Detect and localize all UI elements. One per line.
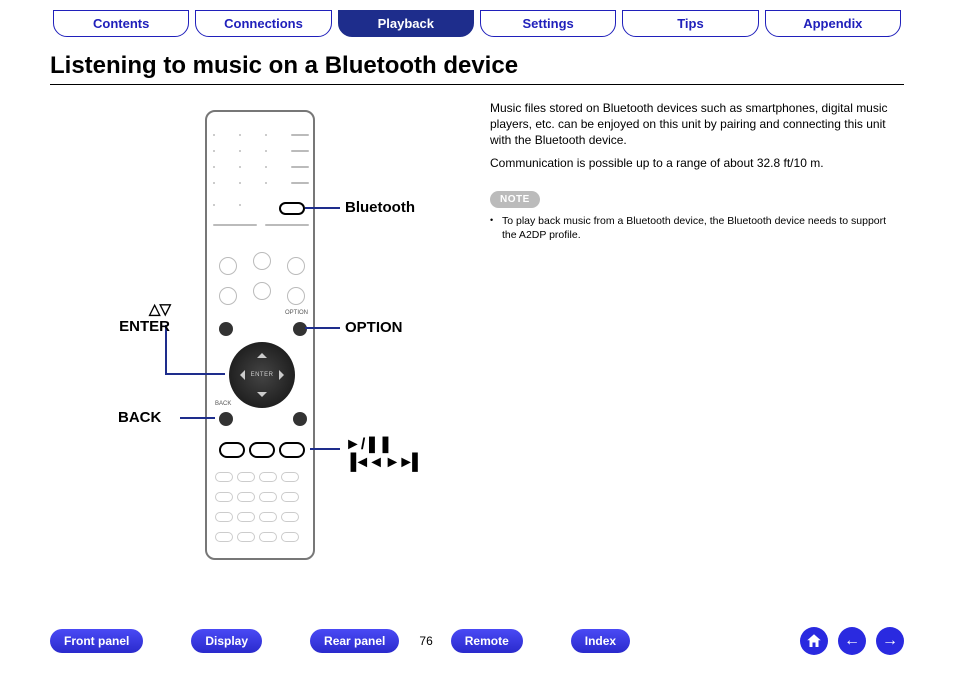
footer-display-button[interactable]: Display xyxy=(191,629,262,653)
note-item-1: To play back music from a Bluetooth devi… xyxy=(490,214,900,242)
lead-bluetooth xyxy=(305,207,340,209)
tab-contents[interactable]: Contents xyxy=(53,10,189,37)
remote-bluetooth-button xyxy=(279,202,305,215)
remote-back-button xyxy=(219,412,233,426)
page-number: 76 xyxy=(419,634,432,648)
tab-settings[interactable]: Settings xyxy=(480,10,616,37)
callout-option: OPTION xyxy=(345,319,403,336)
footer-bar: Front panel Display Rear panel 76 Remote… xyxy=(50,627,904,655)
body-para-2: Communication is possible up to a range … xyxy=(490,155,900,171)
lead-back xyxy=(180,417,215,419)
footer-index-button[interactable]: Index xyxy=(571,629,630,653)
lead-enter xyxy=(165,373,225,375)
note-badge: NOTE xyxy=(490,191,540,209)
lead-transport xyxy=(310,448,340,450)
callout-bluetooth: Bluetooth xyxy=(345,199,415,216)
remote-dpad xyxy=(229,342,295,408)
footer-front-panel-button[interactable]: Front panel xyxy=(50,629,143,653)
callout-play-pause-symbol: ►/❚❚ xyxy=(345,436,421,454)
body-para-1: Music files stored on Bluetooth devices … xyxy=(490,100,900,149)
prev-page-icon[interactable]: ← xyxy=(838,627,866,655)
remote-prev-button xyxy=(219,442,245,458)
footer-rear-panel-button[interactable]: Rear panel xyxy=(310,629,399,653)
remote-diagram: OPTION BACK xyxy=(50,100,470,580)
tab-connections[interactable]: Connections xyxy=(195,10,331,37)
remote-transport-row xyxy=(217,442,307,460)
remote-play-pause-button xyxy=(249,442,275,458)
tab-playback[interactable]: Playback xyxy=(338,10,474,37)
remote-option-button xyxy=(293,322,307,336)
next-page-icon[interactable]: → xyxy=(876,627,904,655)
callout-enter-arrows: △▽ xyxy=(149,301,170,318)
callout-prev-next-symbol: ▐◄◄ ►►▌ xyxy=(345,454,421,472)
footer-remote-button[interactable]: Remote xyxy=(451,629,523,653)
remote-setup-button xyxy=(293,412,307,426)
callout-enter: ENTER xyxy=(119,318,170,335)
top-tab-bar: Contents Connections Playback Settings T… xyxy=(50,10,904,37)
remote-outline: OPTION BACK xyxy=(205,110,315,560)
remote-next-button xyxy=(279,442,305,458)
page-title: Listening to music on a Bluetooth device xyxy=(50,52,518,80)
remote-info-button xyxy=(219,322,233,336)
tab-appendix[interactable]: Appendix xyxy=(765,10,901,37)
body-text: Music files stored on Bluetooth devices … xyxy=(490,100,900,243)
tab-tips[interactable]: Tips xyxy=(622,10,758,37)
lead-option xyxy=(305,327,340,329)
title-rule xyxy=(50,84,904,85)
callout-back: BACK xyxy=(118,409,161,426)
home-icon[interactable] xyxy=(800,627,828,655)
